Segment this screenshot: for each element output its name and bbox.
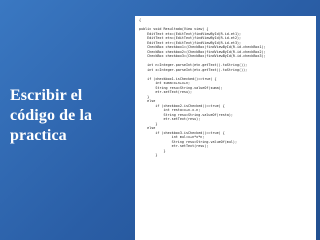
slide-title: Escribir el código de la practica bbox=[10, 86, 130, 146]
slide-title-line: código de la bbox=[10, 107, 93, 124]
code-line: } bbox=[139, 153, 158, 157]
slide-title-line: Escribir el bbox=[10, 87, 83, 104]
slide-title-line: practica bbox=[10, 127, 67, 144]
code-screenshot: { public void Resultado(View view) { Edi… bbox=[135, 16, 316, 240]
code-block: { public void Resultado(View view) { Edi… bbox=[135, 16, 316, 158]
